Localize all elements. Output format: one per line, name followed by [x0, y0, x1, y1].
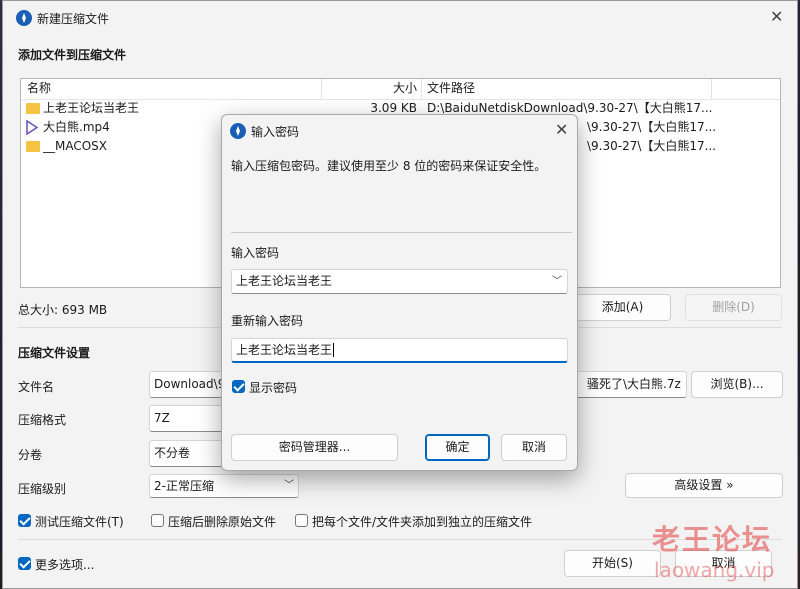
more-options-checkbox[interactable]	[18, 557, 31, 570]
folder-icon	[26, 141, 40, 152]
chevron-down-icon: ﹀	[284, 480, 294, 491]
password-manager-button[interactable]: 密码管理器...	[231, 434, 398, 461]
split-value: 不分卷	[154, 446, 191, 460]
total-size: 总大小: 693 MB	[18, 303, 108, 317]
password-input[interactable]: 上老王论坛当老王 ﹀	[231, 269, 568, 294]
video-file-icon	[25, 119, 39, 138]
browse-button[interactable]: 浏览(B)...	[691, 371, 783, 398]
level-label: 压缩级别	[18, 482, 67, 496]
app-logo-icon	[16, 10, 32, 26]
text-cursor	[333, 343, 335, 357]
reenter-password-value: 上老王论坛当老王	[236, 343, 333, 357]
close-icon[interactable]: ✕	[555, 122, 568, 138]
reenter-password-label: 重新输入密码	[231, 314, 304, 328]
add-button[interactable]: 添加(A)	[574, 294, 671, 321]
file-path: \9.30-27\【大白熊17...	[587, 120, 717, 134]
test-archive-checkbox[interactable]	[18, 514, 31, 527]
delete-after-checkbox[interactable]	[151, 514, 164, 527]
divider	[231, 232, 572, 233]
filename-value: Download\9	[154, 377, 226, 391]
separate-archives-checkbox[interactable]	[295, 514, 308, 527]
advanced-settings-button[interactable]: 高级设置 »	[625, 473, 783, 498]
dialog-description: 输入压缩包密码。建议使用至少 8 位的密码来保证安全性。	[231, 159, 547, 173]
separate-archives-label: 把每个文件/文件夹添加到独立的压缩文件	[312, 515, 533, 529]
column-path-header[interactable]: 文件路径	[427, 79, 475, 98]
test-archive-label: 测试压缩文件(T)	[35, 515, 124, 529]
list-header: 名称 大小 文件路径	[21, 79, 780, 100]
split-label: 分卷	[18, 448, 43, 462]
dialog-cancel-button[interactable]: 取消	[501, 434, 567, 461]
show-password-checkbox[interactable]	[232, 380, 245, 393]
start-button[interactable]: 开始(S)	[564, 550, 661, 577]
reenter-password-input[interactable]: 上老王论坛当老王	[231, 338, 568, 363]
title-bar: 新建压缩文件 ✕	[3, 1, 797, 35]
filename-label: 文件名	[18, 380, 55, 394]
file-path: \9.30-27\【大白熊17...	[587, 139, 717, 153]
format-label: 压缩格式	[18, 413, 67, 427]
ok-button[interactable]: 确定	[425, 434, 490, 461]
column-name-header[interactable]: 名称	[27, 79, 51, 98]
format-value: 7Z	[154, 411, 170, 425]
watermark-url: laowang.vip	[654, 558, 775, 582]
column-size-header[interactable]: 大小	[321, 79, 417, 98]
split-select[interactable]: 不分卷	[149, 440, 229, 467]
close-icon[interactable]: ✕	[770, 9, 783, 25]
files-section-title: 添加文件到压缩文件	[18, 48, 127, 62]
delete-after-label: 压缩后删除原始文件	[168, 515, 277, 529]
window-title: 新建压缩文件	[37, 12, 110, 26]
chevron-down-icon[interactable]: ﹀	[552, 270, 562, 293]
dialog-title: 输入密码	[251, 125, 300, 139]
filename-tail-value: 骚死了\大白熊.7z	[587, 377, 681, 391]
column-divider	[711, 79, 712, 99]
level-value: 2-正常压缩	[154, 479, 214, 493]
show-password-label: 显示密码	[249, 381, 298, 395]
column-divider	[421, 79, 422, 99]
format-select[interactable]: 7Z	[149, 405, 229, 432]
password-dialog: 输入密码 ✕ 输入压缩包密码。建议使用至少 8 位的密码来保证安全性。 输入密码…	[221, 114, 578, 471]
filename-input-tail[interactable]: 骚死了\大白熊.7z	[583, 371, 687, 398]
password-label: 输入密码	[231, 246, 280, 260]
settings-section-title: 压缩文件设置	[18, 346, 91, 360]
app-logo-icon	[230, 123, 246, 139]
password-value: 上老王论坛当老王	[236, 274, 333, 288]
remove-button[interactable]: 删除(D)	[685, 294, 782, 321]
level-select[interactable]: 2-正常压缩 ﹀	[149, 474, 299, 498]
watermark-text: 老王论坛	[652, 523, 773, 556]
folder-icon	[26, 103, 40, 114]
more-options-label: 更多选项...	[35, 558, 95, 572]
